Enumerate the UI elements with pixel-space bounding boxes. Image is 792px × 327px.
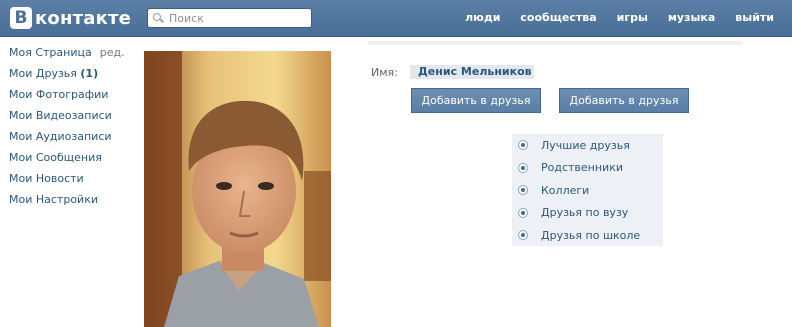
sidebar-item-my-messages[interactable]: Мои Сообщения — [9, 151, 134, 172]
edit-link[interactable]: ред. — [100, 46, 125, 59]
friends-count-badge: (1) — [80, 67, 99, 80]
name-label: Имя: — [371, 66, 398, 79]
top-navigation: люди сообщества игры музыка выйти — [465, 11, 774, 24]
profile-name: Денис Мельников — [410, 65, 534, 79]
vk-logo[interactable]: B контакте — [10, 6, 131, 30]
friend-list-option-school[interactable]: Друзья по школе — [512, 224, 663, 247]
friend-list-label: Друзья по школе — [541, 228, 641, 242]
profile-photo[interactable] — [144, 51, 331, 327]
left-sidebar-menu: Моя Страница ред. Мои Друзья (1) Мои Фото… — [9, 46, 134, 214]
friend-list-label: Лучшие друзья — [541, 138, 630, 152]
sidebar-item-my-news[interactable]: Мои Новости — [9, 172, 134, 193]
sidebar-item-my-audios[interactable]: Мои Аудиозаписи — [9, 130, 134, 151]
friend-list-option-university[interactable]: Друзья по вузу — [512, 202, 663, 225]
divider — [368, 41, 742, 45]
sidebar-item-my-settings[interactable]: Мои Настройки — [9, 193, 134, 214]
friend-list-option-best[interactable]: Лучшие друзья — [512, 134, 663, 157]
sidebar-item-my-page[interactable]: Моя Страница ред. — [9, 46, 134, 67]
radio-icon[interactable] — [518, 140, 528, 151]
search-input[interactable] — [169, 11, 309, 25]
top-header-bar: B контакте люди сообщества игры музыка в… — [0, 0, 792, 37]
friend-list-option-relatives[interactable]: Родственники — [512, 157, 663, 180]
nav-communities-link[interactable]: сообщества — [520, 11, 596, 24]
add-to-friends-button-secondary[interactable]: Добавить в друзья — [559, 88, 689, 113]
radio-icon[interactable] — [518, 230, 528, 241]
logo-text: контакте — [35, 7, 132, 29]
radio-icon[interactable] — [518, 207, 528, 218]
nav-people-link[interactable]: люди — [465, 11, 500, 24]
nav-music-link[interactable]: музыка — [668, 11, 715, 24]
radio-icon[interactable] — [518, 162, 528, 173]
search-icon — [153, 12, 164, 24]
add-to-friends-button[interactable]: Добавить в друзья — [411, 88, 541, 113]
sidebar-item-my-friends[interactable]: Мои Друзья (1) — [9, 67, 134, 88]
friend-list-selector: Лучшие друзья Родственники Коллеги Друзь… — [512, 134, 663, 246]
nav-games-link[interactable]: игры — [617, 11, 648, 24]
logo-letter-box: B — [10, 7, 32, 29]
search-box[interactable] — [147, 8, 312, 28]
sidebar-item-label[interactable]: Моя Страница — [9, 46, 92, 59]
friend-list-label: Родственники — [541, 161, 624, 175]
friend-list-option-colleagues[interactable]: Коллеги — [512, 179, 663, 202]
sidebar-item-my-photos[interactable]: Мои Фотографии — [9, 88, 134, 109]
friend-list-label: Коллеги — [541, 183, 590, 197]
friend-list-label: Друзья по вузу — [541, 206, 629, 220]
sidebar-item-label: Мои Друзья — [9, 67, 77, 80]
nav-logout-link[interactable]: выйти — [735, 11, 774, 24]
sidebar-item-my-videos[interactable]: Мои Видеозаписи — [9, 109, 134, 130]
radio-icon[interactable] — [518, 185, 528, 196]
